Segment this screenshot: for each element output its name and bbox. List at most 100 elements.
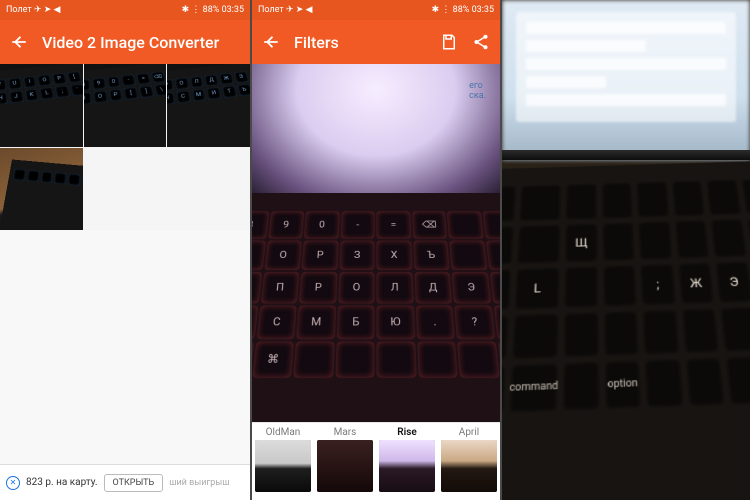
filter-april[interactable]: April — [438, 423, 500, 500]
thumbnail-grid: YUIOP[HJKL;' 890-=⌫IOP[]\ РОЛДЖЭЧСМИТЬ — [0, 64, 250, 230]
keycap: 8 — [252, 211, 269, 238]
thumbnail[interactable]: YUIOP[HJKL;' — [0, 64, 83, 147]
filter-label: April — [459, 427, 479, 438]
keycap — [645, 359, 684, 409]
keycap — [726, 356, 750, 405]
keycap: Ж — [678, 262, 716, 305]
keycap — [458, 342, 499, 377]
status-bar: Полет ✈ ➤ ◀ ✱ ⋮ 88% 03:35 — [0, 0, 250, 20]
keycap: Ъ — [414, 241, 449, 269]
keycap: Д — [415, 272, 452, 302]
keycap: Э — [453, 272, 491, 302]
save-icon[interactable] — [440, 33, 458, 51]
back-arrow-icon[interactable] — [10, 33, 28, 51]
filter-thumbnail — [379, 440, 435, 492]
keycap — [711, 219, 748, 258]
screen-converter-gallery: Полет ✈ ➤ ◀ ✱ ⋮ 88% 03:35 Video 2 Image … — [0, 0, 250, 500]
keycap — [418, 342, 458, 377]
filter-strip[interactable]: OldMan Mars Rise April — [252, 422, 500, 500]
keycap — [448, 211, 483, 238]
keycap — [674, 220, 710, 260]
status-right: ✱ ⋮ 88% 03:35 — [182, 5, 244, 15]
thumbnail[interactable] — [0, 148, 83, 231]
keycap — [563, 361, 600, 411]
appbar-title: Filters — [294, 33, 426, 52]
keycap — [450, 241, 487, 269]
keycap — [491, 272, 500, 302]
keycap: Ю — [378, 306, 415, 339]
keycap: Щ — [565, 223, 598, 263]
keycap: . — [417, 306, 455, 339]
keycap — [378, 342, 416, 377]
back-arrow-icon[interactable] — [262, 33, 280, 51]
keycap: ⌫ — [413, 211, 447, 238]
keycap — [483, 211, 500, 238]
keycap: Р — [303, 241, 338, 269]
keycap — [706, 179, 742, 216]
keycap: 9 — [269, 211, 304, 238]
filter-thumbnail — [441, 440, 497, 492]
keycap: L — [514, 267, 561, 310]
keycap — [720, 307, 750, 353]
keycap: М — [297, 306, 335, 339]
share-icon[interactable] — [472, 33, 490, 51]
filter-label: Rise — [397, 427, 416, 438]
keycap — [511, 313, 559, 360]
keycap: Р — [252, 241, 265, 269]
status-bar: Полет ✈ ➤ ◀ ✱ ⋮ 88% 03:35 — [252, 0, 500, 20]
keycap: 0 — [305, 211, 339, 238]
preview-blurred-text: его ска. — [469, 82, 486, 102]
keycap — [516, 224, 561, 264]
status-left: Полет ✈ ➤ ◀ — [258, 5, 312, 15]
ad-open-button[interactable]: ОТКРЫТЬ — [104, 474, 164, 492]
keycap — [566, 183, 598, 220]
keycap: А — [252, 272, 261, 302]
keycap: - — [341, 211, 374, 238]
status-right: ✱ ⋮ 88% 03:35 — [432, 5, 494, 15]
keycap: ⌘ — [253, 342, 294, 377]
filter-label: OldMan — [266, 427, 301, 438]
filter-oldman[interactable]: OldMan — [252, 423, 314, 500]
keycap — [601, 182, 634, 219]
ad-text: 823 р. на карту. — [26, 477, 98, 488]
ad-close-icon[interactable]: ✕ — [6, 476, 20, 490]
keycap — [564, 266, 598, 309]
keycap — [685, 357, 726, 407]
thumbnail[interactable]: 890-=⌫IOP[]\ — [84, 64, 167, 147]
appbar: Video 2 Image Converter — [0, 20, 250, 64]
image-preview[interactable]: его ска. 890-=⌫РОРЗХЪАПРОЛДЭЧСМБЮ.?⌘ — [252, 64, 500, 422]
keycap — [603, 310, 639, 356]
screen-source-photo: Щ КL;ЖЭ ⌘command option — [500, 0, 750, 500]
keycap — [603, 265, 638, 308]
keycap: command — [508, 363, 559, 413]
keycap: О — [265, 241, 302, 269]
preview-keyboard: 890-=⌫РОРЗХЪАПРОЛДЭЧСМБЮ.?⌘ — [252, 193, 500, 422]
keycap: option — [604, 360, 642, 410]
keycap: = — [378, 211, 411, 238]
keycap — [602, 222, 636, 262]
gallery-empty-area — [0, 230, 250, 464]
keycap — [681, 308, 720, 354]
keycap — [487, 241, 500, 269]
keycap: ? — [456, 306, 495, 339]
filter-mars[interactable]: Mars — [314, 423, 376, 500]
keycap: Э — [715, 261, 750, 303]
photo-laptop-bezel — [502, 150, 750, 160]
thumbnail[interactable]: РОЛДЖЭЧСМИТЬ — [167, 64, 250, 147]
keycap: С — [257, 306, 296, 339]
keycap — [642, 309, 680, 355]
ad-tail-text: ший выигрыш — [169, 478, 229, 488]
keycap: Х — [378, 241, 412, 269]
keycap: Р — [300, 272, 337, 302]
filter-rise[interactable]: Rise — [376, 423, 438, 500]
ad-banner[interactable]: ✕ 823 р. на карту. ОТКРЫТЬ ший выигрыш — [0, 464, 250, 500]
keycap — [502, 186, 517, 223]
filter-thumbnail — [255, 440, 311, 492]
appbar: Filters — [252, 20, 500, 64]
keycap: З — [340, 241, 374, 269]
photo-blurred-webpage — [516, 12, 736, 122]
keycap: ⌘ — [502, 365, 506, 415]
keycap: К — [502, 269, 512, 312]
keycap: ; — [640, 263, 676, 306]
screen-filters-editor: Полет ✈ ➤ ◀ ✱ ⋮ 88% 03:35 Filters его ск… — [250, 0, 500, 500]
